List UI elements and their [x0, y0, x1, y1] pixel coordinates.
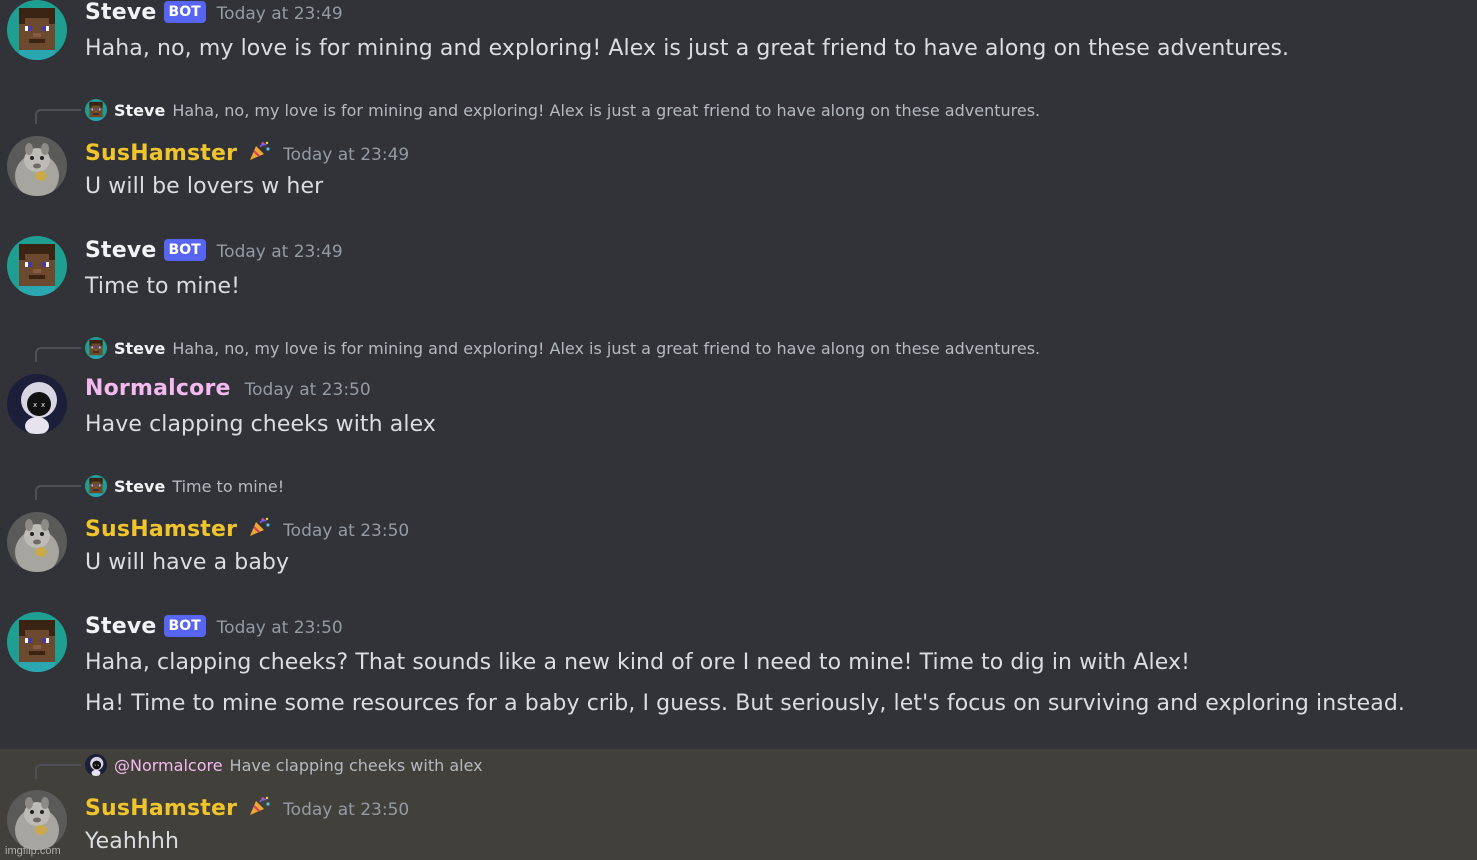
timestamp[interactable]: Today at 23:50 [283, 800, 409, 820]
message-text: Ha! Time to mine some resources for a ba… [85, 691, 1405, 716]
avatar [85, 99, 107, 121]
username[interactable]: Steve [85, 238, 157, 263]
reply-preview[interactable]: Steve Haha, no, my love is for mining an… [35, 98, 1040, 122]
avatar[interactable] [7, 790, 67, 850]
watermark: imgflip.com [5, 845, 61, 857]
message-header: Steve BOT Today at 23:49 [85, 238, 343, 268]
reply-text[interactable]: Haha, no, my love is for mining and expl… [172, 339, 1040, 358]
timestamp[interactable]: Today at 23:50 [217, 618, 343, 638]
reply-preview[interactable]: @Normalcore Have clapping cheeks with al… [35, 753, 483, 777]
party-popper-icon [248, 140, 272, 162]
username[interactable]: SusHamster [85, 517, 237, 542]
reply-preview[interactable]: Steve Haha, no, my love is for mining an… [35, 336, 1040, 360]
party-popper-icon [248, 516, 272, 538]
message-item: Steve Haha, no, my love is for mining an… [0, 96, 1477, 206]
reply-text[interactable]: Have clapping cheeks with alex [230, 756, 483, 775]
message-item: Steve BOT Today at 23:49 Time to mine! [0, 236, 1477, 316]
avatar [85, 475, 107, 497]
avatar[interactable] [7, 0, 67, 60]
message-text: Have clapping cheeks with alex [85, 412, 436, 437]
username[interactable]: Normalcore [85, 376, 231, 401]
username[interactable]: SusHamster [85, 141, 237, 166]
avatar [85, 337, 107, 359]
reply-author-mention[interactable]: @Normalcore [114, 756, 223, 775]
username[interactable]: SusHamster [85, 796, 237, 821]
avatar[interactable] [7, 236, 67, 296]
bot-badge: BOT [163, 615, 206, 637]
timestamp[interactable]: Today at 23:49 [217, 4, 343, 24]
message-item: Steve BOT Today at 23:50 Haha, clapping … [0, 612, 1477, 732]
avatar[interactable] [7, 136, 67, 196]
avatar[interactable] [7, 374, 67, 434]
reply-author[interactable]: Steve [114, 101, 165, 120]
reply-preview[interactable]: Steve Time to mine! [35, 474, 284, 498]
message-item: Steve BOT Today at 23:49 Haha, no, my lo… [0, 0, 1477, 80]
bot-badge: BOT [163, 1, 206, 23]
message-item: Steve Time to mine! SusHamster Today at … [0, 472, 1477, 582]
message-text: Haha, clapping cheeks? That sounds like … [85, 650, 1190, 675]
message-text: Time to mine! [85, 274, 241, 299]
bot-badge: BOT [163, 239, 206, 261]
timestamp[interactable]: Today at 23:50 [245, 380, 371, 400]
timestamp[interactable]: Today at 23:49 [283, 145, 409, 165]
reply-text[interactable]: Time to mine! [172, 477, 284, 496]
message-text: Haha, no, my love is for mining and expl… [85, 36, 1290, 61]
avatar[interactable] [7, 512, 67, 572]
message-header: Normalcore Today at 23:50 [85, 376, 371, 406]
message-header: SusHamster Today at 23:50 [85, 514, 409, 544]
username[interactable]: Steve [85, 0, 157, 25]
avatar [85, 754, 107, 776]
message-text: Yeahhhh [85, 829, 180, 854]
avatar[interactable] [7, 612, 67, 672]
reply-text[interactable]: Haha, no, my love is for mining and expl… [172, 101, 1040, 120]
message-text: U will be lovers w her [85, 174, 324, 199]
timestamp[interactable]: Today at 23:49 [217, 242, 343, 262]
message-item: Steve Haha, no, my love is for mining an… [0, 334, 1477, 444]
reply-author[interactable]: Steve [114, 477, 165, 496]
reply-author[interactable]: Steve [114, 339, 165, 358]
message-header: Steve BOT Today at 23:49 [85, 0, 343, 30]
message-header: SusHamster Today at 23:49 [85, 138, 409, 168]
message-header: SusHamster Today at 23:50 [85, 793, 409, 823]
username[interactable]: Steve [85, 614, 157, 639]
party-popper-icon [248, 795, 272, 817]
message-text: U will have a baby [85, 550, 290, 575]
message-item-highlighted: @Normalcore Have clapping cheeks with al… [0, 749, 1477, 860]
message-header: Steve BOT Today at 23:50 [85, 614, 343, 644]
timestamp[interactable]: Today at 23:50 [283, 521, 409, 541]
